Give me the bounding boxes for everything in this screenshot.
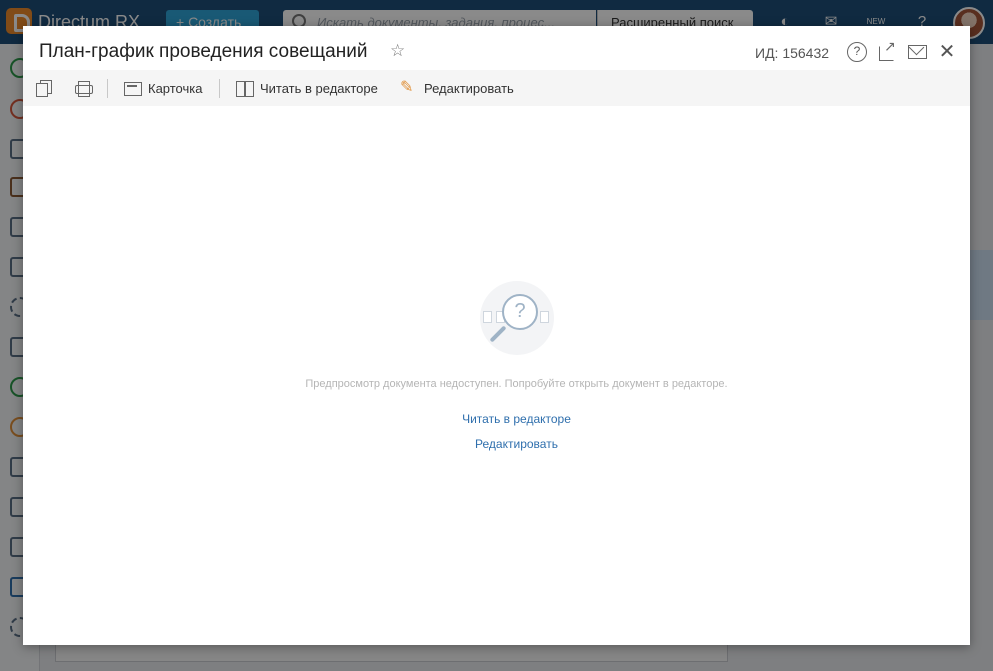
open-in-new-window-icon[interactable] bbox=[878, 38, 898, 62]
star-icon[interactable]: ☆ bbox=[390, 41, 405, 61]
edit-link[interactable]: Редактировать bbox=[23, 437, 993, 451]
toolbar-divider bbox=[219, 79, 220, 98]
preview-area: ? Предпросмотр документа недоступен. Поп… bbox=[23, 106, 970, 645]
read-in-editor-label: Читать в редакторе bbox=[260, 80, 378, 96]
mail-icon[interactable] bbox=[907, 42, 927, 62]
help-icon[interactable]: ? bbox=[847, 42, 867, 62]
document-dialog: План-график проведения совещаний ☆ ИД: 1… bbox=[23, 26, 970, 645]
read-in-editor-link[interactable]: Читать в редакторе bbox=[23, 412, 993, 426]
book-icon bbox=[236, 80, 254, 97]
toolbar-divider bbox=[107, 79, 108, 98]
document-id: ИД: 156432 bbox=[755, 45, 830, 61]
preview-unavailable-icon: ? bbox=[480, 281, 554, 355]
copy-button[interactable] bbox=[36, 70, 52, 106]
print-button[interactable] bbox=[75, 70, 93, 106]
copy-icon bbox=[36, 80, 52, 97]
card-icon bbox=[124, 80, 142, 96]
card-button-label: Карточка bbox=[148, 80, 203, 96]
read-in-editor-button[interactable]: Читать в редакторе bbox=[236, 70, 378, 106]
card-button[interactable]: Карточка bbox=[124, 70, 202, 106]
edit-button-label: Редактировать bbox=[424, 80, 514, 96]
pencil-icon: ✎ bbox=[400, 79, 414, 96]
dialog-title: План-график проведения совещаний bbox=[39, 41, 368, 62]
printer-icon bbox=[75, 80, 93, 97]
preview-unavailable-message: Предпросмотр документа недоступен. Попро… bbox=[305, 378, 728, 390]
close-icon[interactable]: ✕ bbox=[937, 42, 957, 62]
toolbar: Карточка Читать в редакторе ✎ Редактиров… bbox=[23, 70, 970, 106]
edit-button[interactable]: ✎ Редактировать bbox=[400, 70, 514, 106]
